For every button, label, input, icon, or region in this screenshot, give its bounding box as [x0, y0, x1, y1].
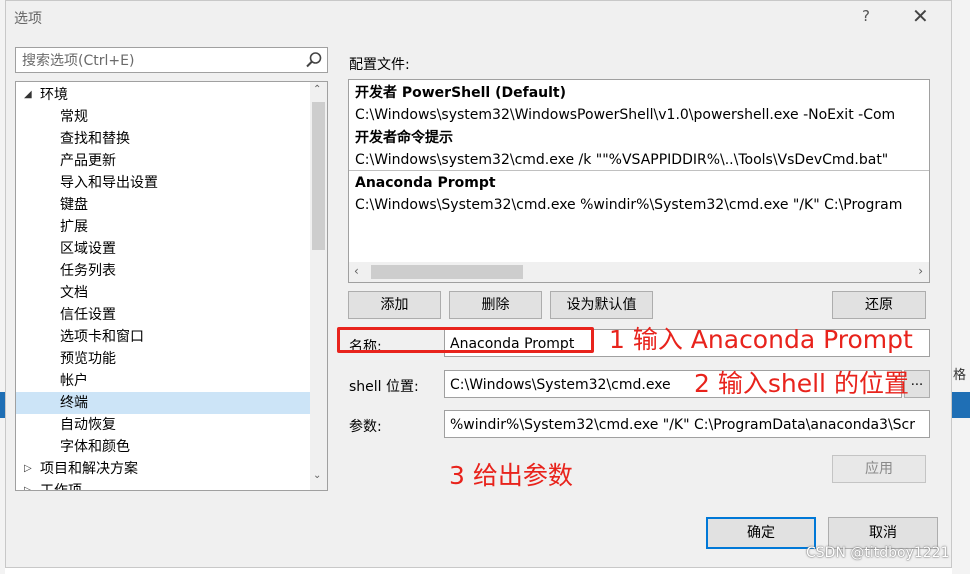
- apply-button[interactable]: 应用: [832, 455, 926, 483]
- tree-item[interactable]: 字体和颜色: [16, 436, 311, 458]
- set-default-button[interactable]: 设为默认值: [550, 291, 653, 319]
- tree-item[interactable]: 选项卡和窗口: [16, 326, 311, 348]
- profile-item[interactable]: 开发者 PowerShell (Default) C:\Windows\syst…: [355, 82, 927, 126]
- tree-item-label: 查找和替换: [60, 131, 130, 147]
- tree-item[interactable]: 自动恢复: [16, 414, 311, 436]
- tree-item-label: 项目和解决方案: [40, 461, 138, 477]
- search-icon[interactable]: [305, 51, 323, 69]
- tree-item[interactable]: 终端: [16, 392, 311, 414]
- profiles-scroll-thumb[interactable]: [371, 265, 523, 279]
- tree-item[interactable]: ▷ 工作项: [16, 480, 311, 491]
- tree-item-label: 键盘: [60, 197, 88, 213]
- search-input[interactable]: [20, 49, 294, 73]
- background-right-blue: [952, 392, 970, 418]
- scroll-down-icon[interactable]: ⌄: [313, 470, 321, 481]
- args-input[interactable]: [448, 412, 928, 438]
- tree-item[interactable]: ▷ 项目和解决方案: [16, 458, 311, 480]
- delete-button[interactable]: 删除: [449, 291, 542, 319]
- scroll-right-icon[interactable]: ›: [918, 264, 923, 278]
- tree-item[interactable]: 导入和导出设置: [16, 172, 311, 194]
- collapsed-arrow-icon[interactable]: ▷: [24, 458, 32, 480]
- annotation-step1: 1 输入 Anaconda Prompt: [609, 325, 913, 354]
- tree-item-label: 选项卡和窗口: [60, 329, 144, 345]
- scroll-left-icon[interactable]: ‹: [354, 264, 359, 278]
- tree-item-label: 字体和颜色: [60, 439, 130, 455]
- tree-item-label: 环境: [40, 87, 68, 103]
- annotation-step3: 3 给出参数: [449, 461, 573, 490]
- tree-item[interactable]: 常规: [16, 106, 311, 128]
- tree-item-label: 帐户: [60, 373, 88, 389]
- tree-item-label: 信任设置: [60, 307, 116, 323]
- search-box[interactable]: [15, 47, 328, 73]
- profiles-label: 配置文件:: [349, 57, 410, 73]
- dialog-title: 选项: [14, 11, 42, 27]
- options-tree[interactable]: ◢ 环境常规查找和替换产品更新导入和导出设置 键盘扩展区域设置任务列表文档信任设置选…: [15, 81, 328, 491]
- profiles-hscrollbar[interactable]: ‹ ›: [349, 262, 929, 282]
- tree-item[interactable]: 任务列表: [16, 260, 311, 282]
- add-button[interactable]: 添加: [348, 291, 441, 319]
- help-button[interactable]: ?: [862, 7, 870, 25]
- args-field[interactable]: [444, 410, 930, 438]
- annotation-step2: 2 输入shell 的位置: [694, 369, 909, 398]
- tree-item[interactable]: 区域设置: [16, 238, 311, 260]
- expanded-arrow-icon[interactable]: ◢: [24, 84, 32, 106]
- background-char: 格: [953, 368, 967, 383]
- profile-name: 开发者 PowerShell (Default): [355, 85, 567, 101]
- tree-item[interactable]: 帐户: [16, 370, 311, 392]
- args-label: 参数:: [349, 419, 382, 435]
- profile-path: C:\Windows\system32\WindowsPowerShell\v1…: [355, 107, 896, 123]
- tree-item-label: 导入和导出设置: [60, 175, 158, 191]
- tree-item-label: 区域设置: [60, 241, 116, 257]
- profiles-list[interactable]: 开发者 PowerShell (Default) C:\Windows\syst…: [348, 79, 930, 283]
- tree-item-label: 文档: [60, 285, 88, 301]
- restore-button[interactable]: 还原: [832, 291, 926, 319]
- tree-item-label: 自动恢复: [60, 417, 116, 433]
- tree-item[interactable]: 文档: [16, 282, 311, 304]
- tree-item-label: 产品更新: [60, 153, 116, 169]
- profile-item[interactable]: Anaconda Prompt C:\Windows\System32\cmd.…: [355, 172, 927, 216]
- tree-item[interactable]: 键盘: [16, 194, 311, 216]
- ok-button[interactable]: 确定: [706, 517, 816, 549]
- collapsed-arrow-icon[interactable]: ▷: [24, 480, 32, 490]
- profile-name: 开发者命令提示: [355, 130, 453, 146]
- tree-item-label: 扩展: [60, 219, 88, 235]
- close-button[interactable]: ✕: [912, 4, 929, 28]
- profile-item[interactable]: 开发者命令提示 C:\Windows\system32\cmd.exe /k "…: [355, 127, 927, 171]
- background-right-panel: [952, 0, 970, 574]
- tree-item-label: 常规: [60, 109, 88, 125]
- tree-item-label: 任务列表: [60, 263, 116, 279]
- profile-name: Anaconda Prompt: [355, 175, 496, 191]
- tree-scrollbar[interactable]: ⌃ ⌄: [310, 82, 327, 490]
- profile-path: C:\Windows\System32\cmd.exe %windir%\Sys…: [355, 197, 903, 213]
- tree-item[interactable]: 查找和替换: [16, 128, 311, 150]
- shell-label: shell 位置:: [349, 379, 419, 395]
- tree-item[interactable]: 扩展: [16, 216, 311, 238]
- annotation-highlight-box: [337, 327, 594, 353]
- tree-item[interactable]: 预览功能: [16, 348, 311, 370]
- profile-path: C:\Windows\system32\cmd.exe /k ""%VSAPPI…: [355, 152, 889, 168]
- tree-item-label: 预览功能: [60, 351, 116, 367]
- tree-scroll-thumb[interactable]: [312, 102, 325, 250]
- tree-item-label: 工作项: [40, 483, 82, 491]
- tree-item[interactable]: 产品更新: [16, 150, 311, 172]
- tree-item[interactable]: 信任设置: [16, 304, 311, 326]
- tree-item[interactable]: ◢ 环境: [16, 84, 311, 106]
- tree-item-label: 终端: [60, 395, 88, 411]
- profile-separator: [349, 170, 929, 171]
- watermark: CSDN @titdboy1221: [806, 545, 950, 561]
- scroll-up-icon[interactable]: ⌃: [313, 84, 321, 95]
